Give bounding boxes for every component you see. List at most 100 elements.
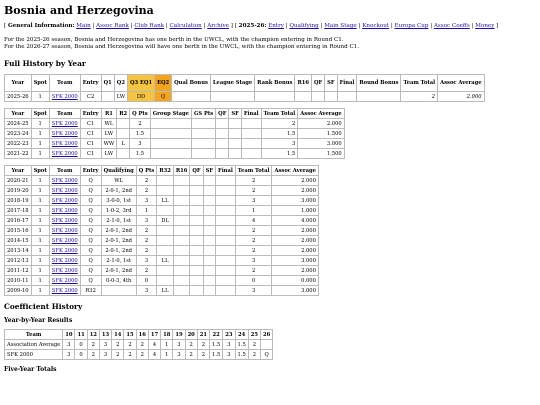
nav-link-calculation[interactable]: Calculation xyxy=(170,23,202,29)
table-cell xyxy=(202,195,217,206)
table-cell xyxy=(228,118,242,129)
table-cell: 2 xyxy=(135,245,158,256)
team-link[interactable]: SFK 2000 xyxy=(52,268,78,274)
team-link[interactable]: SFK 2000 xyxy=(52,94,78,100)
table-cell: Q xyxy=(79,175,102,186)
team-link[interactable]: SFK 2000 xyxy=(52,238,78,244)
team-link[interactable]: SFK 2000 xyxy=(52,248,78,254)
column-header: QF xyxy=(310,74,326,92)
table-cell: 1 xyxy=(30,215,50,226)
intro-line: For the 2026-27 season, Bosnia and Herze… xyxy=(4,44,360,50)
table-cell: 2 xyxy=(196,349,211,360)
nav-link-europa-cup[interactable]: Europa Cup xyxy=(395,23,429,29)
team-link[interactable]: SFK 2000 xyxy=(52,188,78,194)
team-cell: SFK 2000 xyxy=(48,275,81,286)
team-link[interactable]: SFK 2000 xyxy=(52,228,78,234)
table-cell: LL xyxy=(156,285,174,296)
column-header: Round Bonus xyxy=(356,74,402,92)
column-header: Qual Bonus xyxy=(171,74,211,92)
team-link[interactable]: SFK 2000 xyxy=(52,258,78,264)
table-row: 2015-16 1 SFK 2000 Q 2-0-1, 2nd 2 2 2.000 xyxy=(4,225,319,236)
table-cell: 2.000 xyxy=(271,235,319,246)
column-header: 24 xyxy=(234,329,249,340)
nav-link-entry[interactable]: Entry xyxy=(268,23,284,29)
table-cell: 3 xyxy=(98,349,113,360)
team-link[interactable]: SFK 2000 xyxy=(52,178,78,184)
column-header: Rank Bonus xyxy=(254,74,296,92)
table-cell: 1 xyxy=(30,245,50,256)
team-cell: SFK 2000 xyxy=(48,195,81,206)
nav-link-knockout[interactable]: Knockout xyxy=(362,23,389,29)
team-cell: SFK 2000 xyxy=(48,245,81,256)
header-row: Year Spot Team Entry R1 R2 Q Pts Group Stage GS … xyxy=(4,108,345,119)
column-header: R16 xyxy=(172,165,191,176)
nav-link-archive[interactable]: Archive xyxy=(207,23,229,29)
team-link[interactable]: SFK 2000 xyxy=(52,288,78,294)
column-header: Q Pts xyxy=(135,165,158,176)
table-cell: 3 xyxy=(135,195,158,206)
table-cell: C1 xyxy=(79,148,102,159)
table-cell: L xyxy=(116,138,131,149)
table-cell xyxy=(202,265,217,276)
table-cell xyxy=(172,255,191,266)
team-link[interactable]: SFK 2000 xyxy=(52,131,78,137)
column-header: R32 xyxy=(156,165,174,176)
column-header: Team Total xyxy=(260,108,299,119)
table-cell xyxy=(294,91,312,102)
nav-link-club-rank[interactable]: Club Rank xyxy=(134,23,164,29)
nav-link-main[interactable]: Main xyxy=(76,23,90,29)
team-link[interactable]: SFK 2000 xyxy=(52,278,78,284)
team-link[interactable]: SFK 2000 xyxy=(52,198,78,204)
table-cell: C1 xyxy=(79,128,102,139)
table-cell xyxy=(215,195,236,206)
team-cell: SFK 2000 xyxy=(48,235,81,246)
table-cell xyxy=(324,91,338,102)
nav-link-main-stage[interactable]: Main Stage xyxy=(324,23,357,29)
five-year-heading: Five-Year Totals xyxy=(4,366,57,373)
team-link[interactable]: SFK 2000 xyxy=(52,121,78,127)
table-cell: 2 xyxy=(234,185,273,196)
intro-text: For the 2025-26 season, Bosnia and Herze… xyxy=(4,37,536,51)
column-header: SF xyxy=(202,165,217,176)
table-cell: 1.5 xyxy=(260,148,299,159)
team-link[interactable]: SFK 2000 xyxy=(52,208,78,214)
table-cell xyxy=(189,205,204,216)
column-header: SF xyxy=(228,108,242,119)
nav-link-money[interactable]: Money xyxy=(475,23,494,29)
table-cell: 4.000 xyxy=(271,215,319,226)
team-cell: SFK 2000 xyxy=(48,138,81,149)
team-cell: SFK 2000 xyxy=(48,175,81,186)
column-header: R1 xyxy=(100,108,118,119)
column-header: GS Pts xyxy=(190,108,217,119)
table-cell: 2014-15 xyxy=(4,235,32,246)
team-link[interactable]: SFK 2000 xyxy=(52,141,78,147)
team-cell: SFK 2000 xyxy=(48,285,81,296)
table-cell: 1 xyxy=(30,285,50,296)
nav-link-assoc-rank[interactable]: Assoc Rank xyxy=(96,23,129,29)
table-cell xyxy=(209,91,256,102)
column-header: 25 xyxy=(247,329,262,340)
team-link[interactable]: SFK 2000 xyxy=(52,151,78,157)
table-cell xyxy=(202,255,217,266)
team-cell: SFK 2000 xyxy=(48,215,81,226)
table-row: 2012-13 1 SFK 2000 Q 2-1-0, 1st 3 LL 3 3.000 xyxy=(4,255,319,266)
table-cell xyxy=(189,175,204,186)
column-header: Group Stage xyxy=(149,108,192,119)
table-cell: 2-1-0, 1st xyxy=(100,255,137,266)
table-cell xyxy=(172,245,191,256)
table-cell: 3 xyxy=(172,349,186,360)
table-cell: 2013-14 xyxy=(4,245,32,256)
table-cell xyxy=(228,128,242,139)
table-cell: 2-0-1, 2nd xyxy=(100,245,137,256)
nav-link-assoc-coeffs[interactable]: Assoc Coeffs xyxy=(434,23,470,29)
column-header: Team xyxy=(48,108,81,119)
nav-link-qualifying[interactable]: Qualifying xyxy=(289,23,318,29)
table-cell: Association Average xyxy=(3,339,64,350)
table-cell: 2 xyxy=(234,225,273,236)
table-cell: 2 xyxy=(86,349,100,360)
team-link[interactable]: SFK 2000 xyxy=(52,218,78,224)
team-cell: SFK 2000 xyxy=(48,265,81,276)
table-cell: 1 xyxy=(30,91,50,102)
table-cell: 3 xyxy=(234,285,273,296)
table-cell: Q xyxy=(79,195,102,206)
